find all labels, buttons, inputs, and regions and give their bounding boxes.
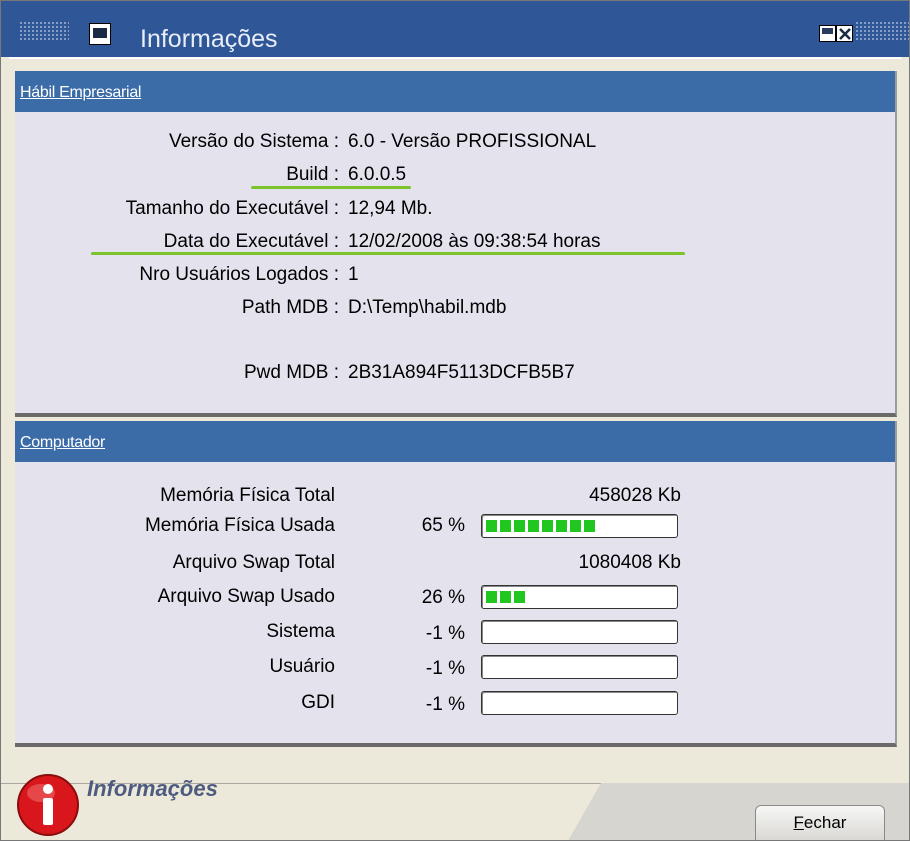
memory-total-label: Memória Física Total (160, 485, 335, 506)
memory-total-value: 458028 Kb (589, 485, 681, 506)
swap-total-label: Arquivo Swap Total (172, 552, 335, 573)
swap-total-value: 1080408 Kb (578, 552, 682, 573)
close-button-label: echar (803, 813, 847, 832)
build-value: 6.0.0.5 (348, 164, 407, 185)
close-icon[interactable] (836, 25, 853, 42)
footer-title: Informações (87, 776, 218, 801)
swap-used-label: Arquivo Swap Usado (157, 586, 335, 607)
swap-used-percent: 26 % (421, 587, 465, 608)
usuario-label: Usuário (269, 656, 335, 677)
restore-icon[interactable] (819, 25, 836, 42)
sistema-label: Sistema (266, 621, 335, 642)
exe-size-value: 12,94 Mb. (348, 198, 433, 219)
swap-used-bar (481, 585, 678, 609)
memory-used-bar-fill (486, 520, 595, 532)
exe-size-label: Tamanho do Executável : (125, 198, 339, 219)
date-highlight-line (91, 252, 685, 255)
memory-used-bar (481, 514, 678, 538)
habil-header-label: Hábil Empresarial (20, 84, 142, 101)
build-label: Build : (286, 164, 339, 185)
memory-used-label: Memória Física Usada (144, 515, 335, 536)
users-value: 1 (348, 264, 359, 285)
info-icon (17, 774, 79, 836)
sistema-bar (481, 620, 678, 644)
path-mdb-label: Path MDB : (241, 297, 339, 318)
close-button-accel: F (793, 813, 804, 832)
habil-group: Hábil Empresarial Versão do Sistema : 6.… (15, 71, 897, 417)
info-window: Informações Hábil Empresarial Versão do … (0, 0, 910, 841)
gdi-label: GDI (301, 692, 335, 713)
pwd-mdb-label: Pwd MDB : (243, 362, 339, 383)
gdi-percent: -1 % (425, 694, 465, 715)
memory-used-percent: 65 % (421, 515, 465, 536)
sistema-percent: -1 % (425, 623, 465, 644)
system-menu-icon[interactable] (89, 23, 111, 45)
exe-date-value: 12/02/2008 às 09:38:54 horas (348, 231, 601, 252)
path-mdb-value: D:\Temp\habil.mdb (348, 297, 507, 318)
computer-group-header: Computador (15, 421, 895, 462)
version-label: Versão do Sistema : (168, 131, 339, 152)
close-button[interactable]: Fechar (755, 805, 885, 840)
usuario-bar (481, 655, 678, 679)
habil-group-header: Hábil Empresarial (15, 71, 895, 112)
title-grip-left (19, 21, 69, 41)
swap-used-bar-fill (486, 591, 525, 603)
version-value: 6.0 - Versão PROFISSIONAL (348, 131, 597, 152)
pwd-mdb-value: 2B31A894F5113DCFB5B7 (348, 362, 575, 383)
build-highlight-line (251, 186, 411, 189)
title-bar[interactable]: Informações (1, 1, 909, 57)
usuario-percent: -1 % (425, 658, 465, 679)
users-label: Nro Usuários Logados : (139, 264, 339, 285)
gdi-bar (481, 691, 678, 715)
inner-frame-line (9, 57, 901, 59)
title-grip-right (855, 21, 909, 41)
computer-header-label: Computador (20, 434, 106, 451)
window-title: Informações (140, 25, 278, 53)
computer-group: Computador Memória Física Total 458028 K… (15, 421, 897, 747)
exe-date-label: Data do Executável : (163, 231, 339, 252)
